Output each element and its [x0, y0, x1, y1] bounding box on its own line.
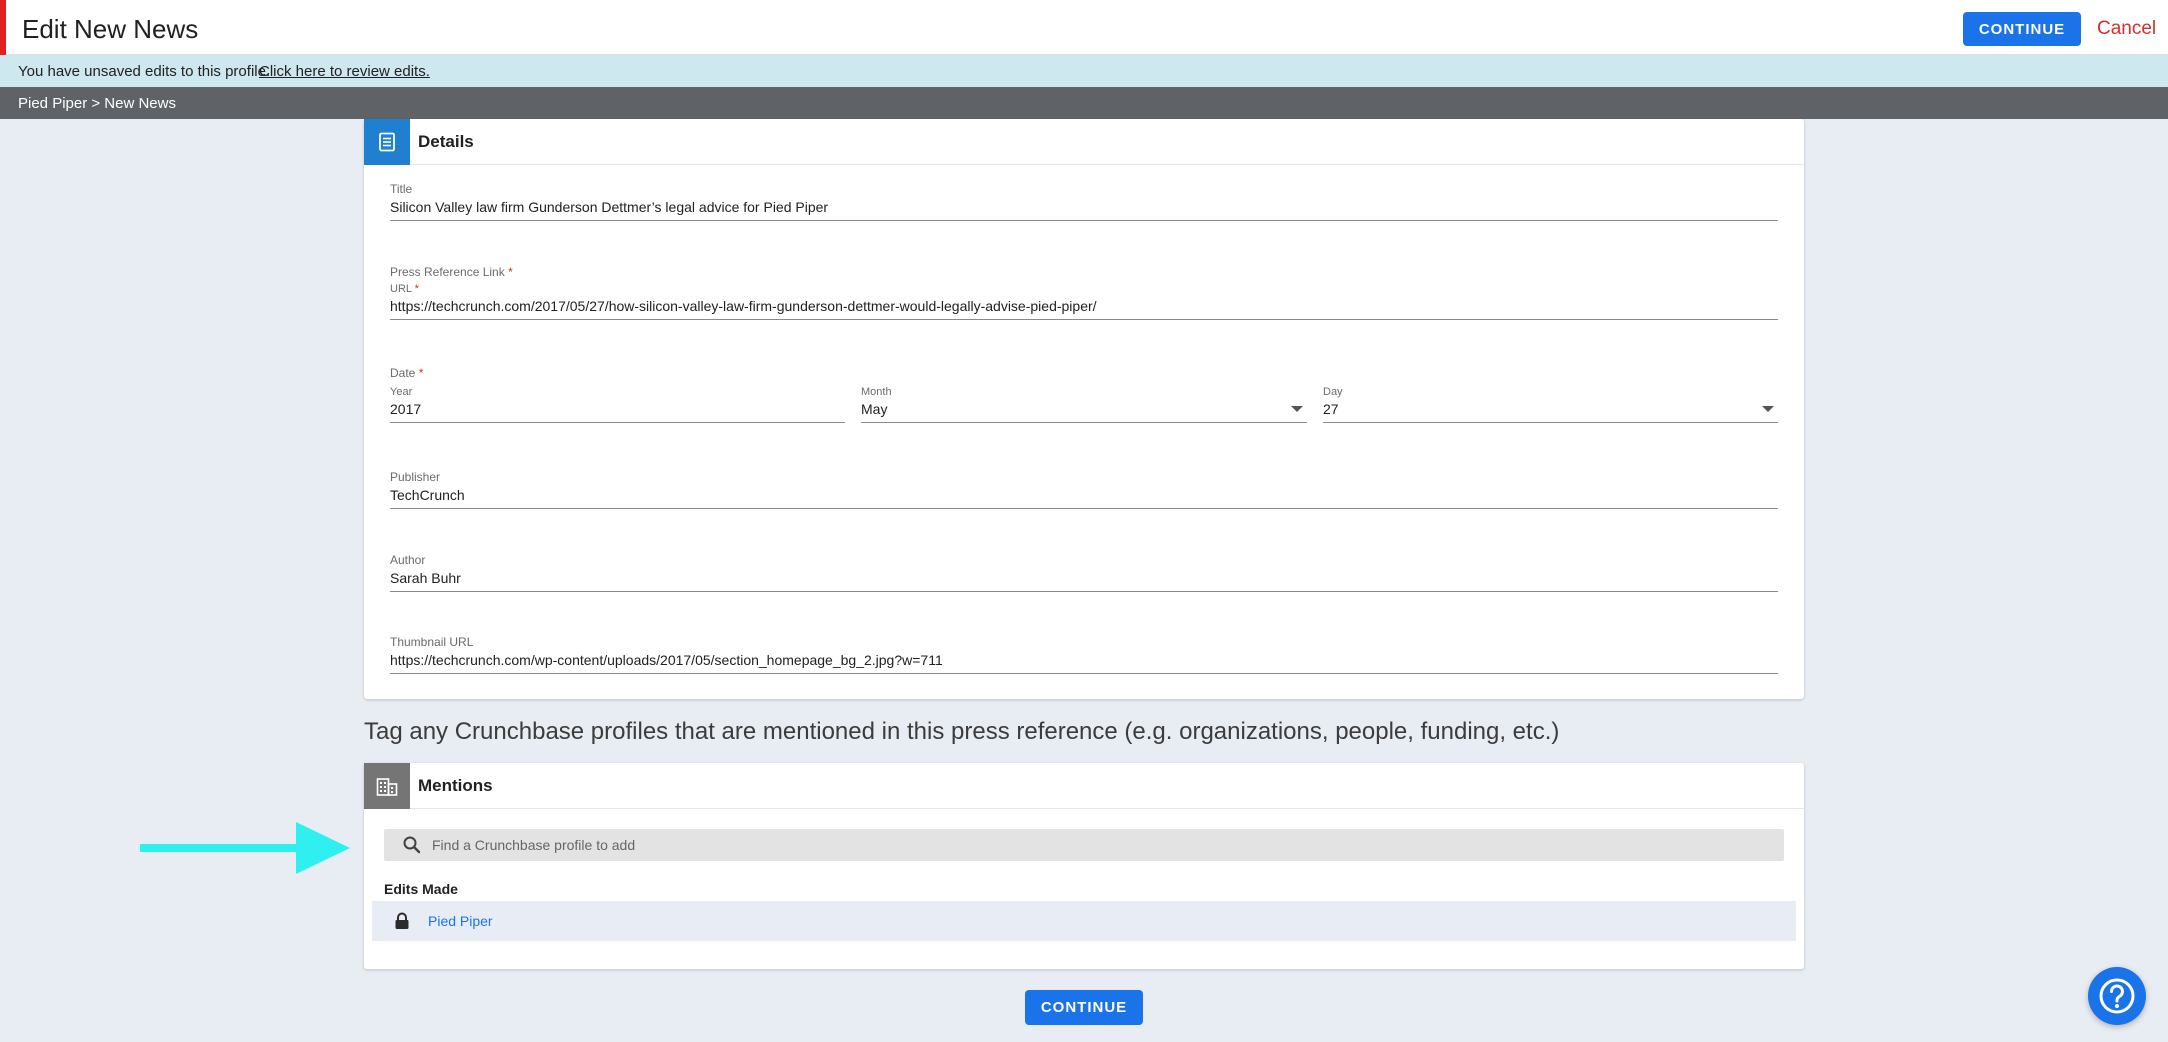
- mention-link-pied-piper[interactable]: Pied Piper: [428, 913, 493, 929]
- thumbnail-label: Thumbnail URL: [390, 635, 474, 649]
- review-edits-link[interactable]: Click here to review edits.: [259, 63, 430, 80]
- day-select[interactable]: 27: [1323, 401, 1778, 423]
- month-label: Month: [861, 386, 892, 398]
- top-header: Edit New News CONTINUE Cancel: [0, 0, 2168, 55]
- press-link-field: Press Reference Link * URL * https://tec…: [390, 265, 1778, 320]
- continue-button[interactable]: CONTINUE: [1963, 12, 2081, 46]
- bottom-continue-button[interactable]: CONTINUE: [1025, 990, 1143, 1025]
- year-label: Year: [390, 386, 413, 398]
- publisher-field: Publisher TechCrunch: [390, 470, 1778, 509]
- profile-search: [384, 829, 1784, 861]
- title-label: Title: [390, 182, 413, 196]
- mentions-section-label: Mentions: [418, 776, 493, 795]
- unsaved-message: You have unsaved edits to this profile.: [18, 63, 271, 80]
- thumbnail-field: Thumbnail URL https://techcrunch.com/wp-…: [390, 635, 1778, 674]
- building-icon: [364, 763, 410, 809]
- search-icon: [403, 836, 421, 854]
- page-title: Edit New News: [22, 14, 199, 44]
- publisher-label: Publisher: [390, 470, 441, 484]
- title-field: Title Silicon Valley law firm Gunderson …: [390, 182, 1778, 221]
- title-input[interactable]: Silicon Valley law firm Gunderson Dettme…: [390, 199, 1778, 221]
- details-card: Details Title Silicon Valley law firm Gu…: [364, 119, 1804, 699]
- edits-made-title: Edits Made: [384, 881, 458, 897]
- chevron-down-icon: [1762, 406, 1774, 412]
- day-label: Day: [1323, 386, 1343, 398]
- help-icon: [2099, 978, 2135, 1014]
- unsaved-edits-banner: You have unsaved edits to this profile. …: [0, 55, 2168, 87]
- list-item: Pied Piper: [372, 901, 1796, 941]
- mentions-instructions: Tag any Crunchbase profiles that are men…: [364, 718, 1560, 745]
- cancel-button[interactable]: Cancel: [2097, 18, 2156, 40]
- day-field: Day 27: [1323, 386, 1778, 423]
- author-label: Author: [390, 553, 426, 567]
- details-section-label: Details: [418, 132, 474, 151]
- mentions-card: Mentions Edits Made Pied Piper: [364, 763, 1804, 969]
- document-icon: [364, 119, 410, 165]
- thumbnail-input[interactable]: https://techcrunch.com/wp-content/upload…: [390, 652, 1778, 674]
- date-field: Date *: [390, 366, 1778, 380]
- date-label: Date *: [390, 366, 424, 380]
- year-input[interactable]: 2017: [390, 401, 845, 423]
- month-select[interactable]: May: [861, 401, 1307, 423]
- year-field: Year 2017: [390, 386, 845, 423]
- breadcrumb-bar: Pied Piper > New News: [0, 87, 2168, 119]
- details-header: Details: [364, 119, 1804, 165]
- mentions-header: Mentions: [364, 763, 1804, 809]
- lock-icon: [395, 912, 409, 929]
- chevron-down-icon: [1291, 406, 1303, 412]
- header-accent-bar: [0, 0, 6, 55]
- month-field: Month May: [861, 386, 1307, 423]
- breadcrumb: Pied Piper > New News: [18, 95, 176, 112]
- press-link-label: Press Reference Link *: [390, 265, 513, 279]
- profile-search-input[interactable]: [430, 829, 1770, 861]
- author-field: Author Sarah Buhr: [390, 553, 1778, 592]
- help-button[interactable]: [2088, 967, 2146, 1025]
- publisher-input[interactable]: TechCrunch: [390, 487, 1778, 509]
- url-input[interactable]: https://techcrunch.com/2017/05/27/how-si…: [390, 298, 1778, 320]
- url-label: URL *: [390, 283, 419, 295]
- author-input[interactable]: Sarah Buhr: [390, 570, 1778, 592]
- arrow-icon: [140, 822, 350, 874]
